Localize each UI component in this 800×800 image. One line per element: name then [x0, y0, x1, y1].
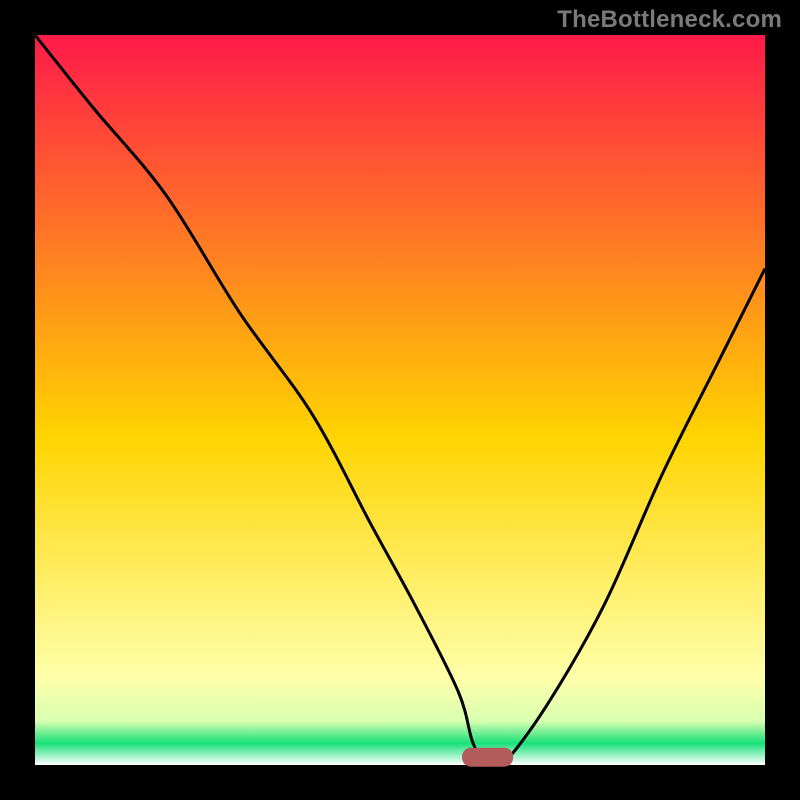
plot-background: [35, 35, 765, 765]
bottleneck-chart: [0, 0, 800, 800]
watermark-text: TheBottleneck.com: [557, 6, 782, 34]
chart-frame: { "watermark": "TheBottleneck.com", "col…: [0, 0, 800, 800]
optimal-marker: [462, 748, 513, 767]
